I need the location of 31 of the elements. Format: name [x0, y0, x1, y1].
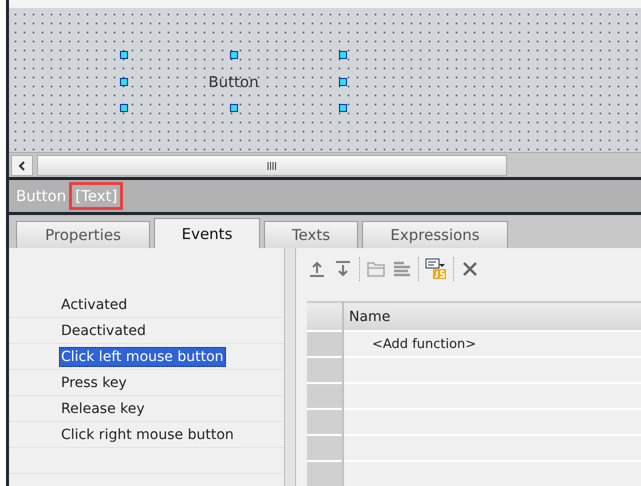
resize-handle[interactable] — [339, 104, 347, 112]
event-item[interactable]: Activated — [59, 294, 130, 314]
resize-handle[interactable] — [339, 78, 347, 86]
resize-handle[interactable] — [120, 51, 128, 59]
scroll-left-button[interactable] — [11, 155, 33, 176]
property-name: [Text] — [69, 182, 124, 210]
tab[interactable]: Properties — [16, 221, 150, 248]
resize-handle[interactable] — [230, 104, 238, 112]
grip-icon — [267, 160, 277, 170]
resize-handle[interactable] — [120, 78, 128, 86]
scrollbar-thumb[interactable] — [37, 155, 507, 176]
resize-handle[interactable] — [230, 51, 238, 59]
javascript-icon[interactable] — [425, 258, 447, 280]
canvas-button[interactable]: Button — [124, 55, 343, 108]
add-function-cell[interactable]: <Add function> — [344, 337, 476, 352]
column-header: Name — [343, 302, 641, 331]
tab[interactable]: Expressions — [362, 221, 508, 248]
event-item[interactable]: Press key — [59, 372, 129, 392]
tab[interactable]: Events — [154, 218, 260, 248]
event-item[interactable]: Click left mouse button — [59, 346, 226, 366]
event-item[interactable]: Click right mouse button — [59, 424, 236, 444]
move-down-icon[interactable] — [333, 259, 353, 279]
tab[interactable]: Texts — [264, 221, 358, 248]
button-label: Button — [208, 72, 259, 90]
move-up-icon[interactable] — [307, 259, 327, 279]
resize-handle[interactable] — [339, 51, 347, 59]
resize-handle[interactable] — [120, 104, 128, 112]
event-item[interactable]: Deactivated — [59, 320, 148, 340]
event-item[interactable]: Release key — [59, 398, 147, 418]
chevron-left-icon — [18, 160, 26, 170]
object-name: Button — [16, 187, 66, 205]
